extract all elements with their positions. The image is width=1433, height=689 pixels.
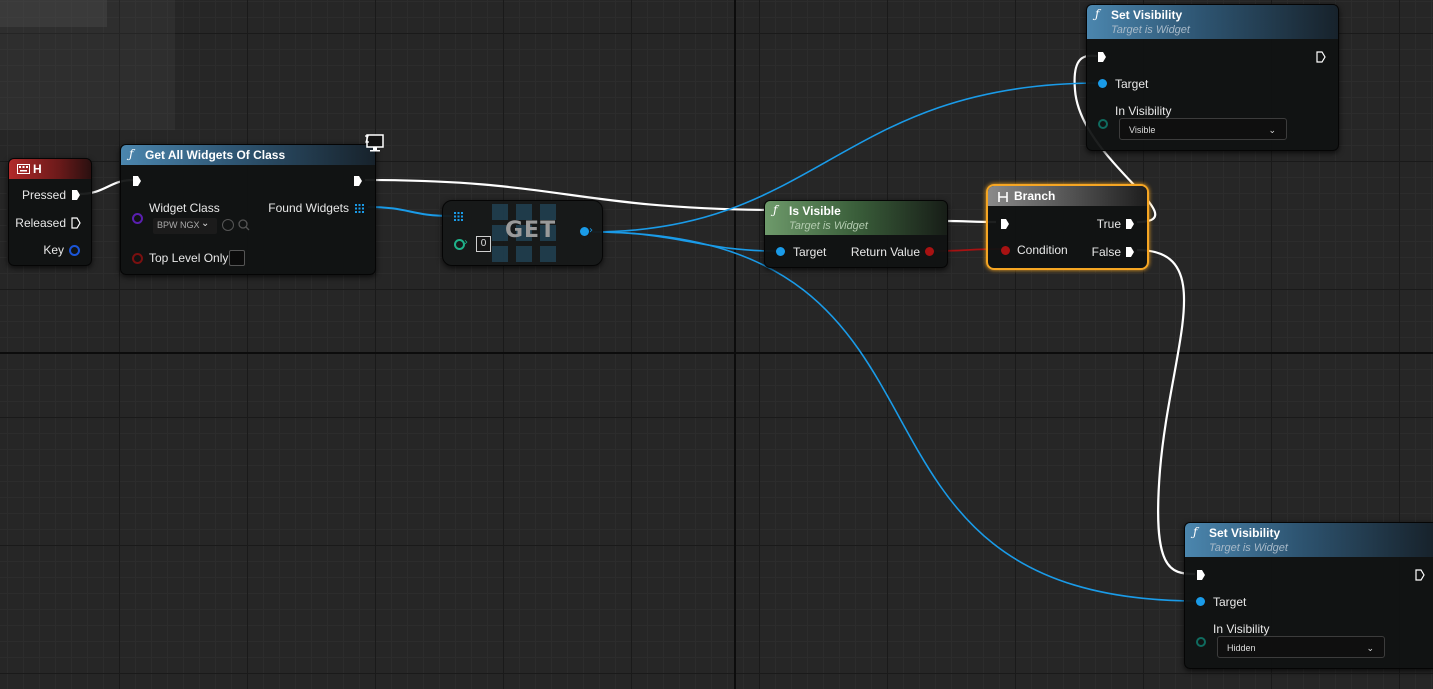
- pin-label-released: Released: [15, 216, 66, 230]
- exec-pin-icon[interactable]: [71, 217, 81, 229]
- found-widgets-label: Found Widgets: [268, 201, 349, 215]
- set-visibility-bottom-target-label: Target: [1213, 595, 1247, 609]
- visibility-dropdown-bottom[interactable]: Hidden ⌄: [1217, 636, 1385, 658]
- is-visible-target-pin[interactable]: [776, 247, 785, 256]
- array-icon[interactable]: [454, 212, 463, 221]
- graph-origin-vertical-axis: [734, 0, 736, 689]
- object-wire-get-to-setvis-bottom: [591, 231, 1198, 602]
- key-event-header: H: [9, 159, 91, 179]
- widget-class-pin[interactable]: [132, 213, 143, 224]
- function-icon: ƒ: [129, 147, 134, 161]
- is-visible-header: ƒ Is Visible Target is Widget: [765, 201, 947, 235]
- set-visibility-bottom-target-pin[interactable]: [1196, 597, 1205, 606]
- array-get-node[interactable]: GET › 0 ›: [442, 200, 603, 266]
- visibility-dropdown-bottom-value: Hidden: [1227, 643, 1256, 653]
- widget-class-label: Widget Class: [149, 201, 220, 215]
- exec-pin-icon[interactable]: [132, 175, 142, 187]
- set-visibility-top-target-label: Target: [1115, 77, 1149, 91]
- top-level-only-pin[interactable]: [132, 253, 143, 264]
- key-event-title: H: [33, 162, 42, 176]
- get-all-widgets-header: ƒ Get All Widgets Of Class: [121, 145, 375, 165]
- array-get-title: GET: [505, 218, 557, 243]
- branch-condition-pin[interactable]: [1001, 246, 1010, 255]
- array-icon[interactable]: [355, 204, 364, 213]
- branch-true-label: True: [1096, 217, 1121, 231]
- exec-pin-icon[interactable]: [353, 175, 363, 187]
- key-event-node[interactable]: H Pressed Released Key: [8, 158, 92, 266]
- search-icon[interactable]: [238, 219, 250, 231]
- is-visible-return-pin[interactable]: [925, 247, 934, 256]
- exec-pin-icon[interactable]: [1125, 246, 1135, 258]
- is-visible-title: Is Visible: [789, 204, 841, 218]
- branch-false-label: False: [1091, 245, 1121, 259]
- function-icon: ƒ: [1095, 7, 1100, 21]
- set-visibility-top-node[interactable]: ƒ Set Visibility Target is Widget Target…: [1086, 4, 1339, 151]
- get-all-widgets-node[interactable]: ƒ Get All Widgets Of Class Widget Class …: [120, 134, 384, 275]
- is-visible-subtitle: Target is Widget: [789, 220, 868, 232]
- browse-arrow-icon[interactable]: [222, 219, 234, 231]
- widget-class-value: BPW NGX: [157, 220, 200, 230]
- exec-pin-icon[interactable]: [1125, 218, 1135, 230]
- chevron-down-icon: ⌄: [201, 218, 210, 229]
- graph-origin-horizontal-axis: [0, 352, 1433, 354]
- set-visibility-bottom-node[interactable]: ƒ Set Visibility Target is Widget Target…: [1184, 522, 1433, 669]
- branch-icon: [998, 192, 1008, 202]
- index-pin-arrow: ›: [464, 237, 468, 248]
- set-visibility-top-target-pin[interactable]: [1098, 79, 1107, 88]
- widget-class-dropdown[interactable]: BPW NGX ⌄: [153, 218, 217, 234]
- graph-selection-area-small: [0, 0, 107, 27]
- key-struct-pin[interactable]: [69, 245, 80, 256]
- branch-title: Branch: [1014, 189, 1056, 203]
- branch-node[interactable]: Branch True Condition False: [986, 184, 1149, 270]
- exec-pin-icon[interactable]: [71, 189, 81, 201]
- function-icon: ƒ: [1193, 525, 1198, 539]
- visibility-dropdown-top-value: Visible: [1129, 125, 1156, 135]
- keyboard-icon: [17, 164, 30, 174]
- set-visibility-top-enum-pin[interactable]: [1098, 119, 1108, 129]
- branch-condition-label: Condition: [1017, 243, 1068, 257]
- exec-pin-icon[interactable]: [1316, 51, 1326, 63]
- set-visibility-top-subtitle: Target is Widget: [1111, 24, 1190, 36]
- top-level-only-checkbox[interactable]: [229, 250, 245, 266]
- is-visible-return-label: Return Value: [850, 245, 920, 259]
- set-visibility-bottom-in-visibility-label: In Visibility: [1213, 622, 1270, 636]
- object-wire-foundwidgets-to-get: [367, 206, 453, 217]
- set-visibility-bottom-header: ƒ Set Visibility Target is Widget: [1185, 523, 1433, 557]
- object-wire-get-to-isvisible: [591, 231, 777, 252]
- exec-pin-icon[interactable]: [1196, 569, 1206, 581]
- exec-pin-icon[interactable]: [1415, 569, 1425, 581]
- exec-pin-icon[interactable]: [1097, 51, 1107, 63]
- pin-label-pressed: Pressed: [21, 188, 66, 202]
- function-icon: ƒ: [773, 203, 778, 217]
- get-all-widgets-title: Get All Widgets Of Class: [145, 148, 286, 162]
- get-output-pin[interactable]: [580, 227, 589, 236]
- set-visibility-top-title: Set Visibility: [1111, 8, 1183, 22]
- exec-pin-icon[interactable]: [1000, 218, 1010, 230]
- index-input[interactable]: 0: [476, 236, 491, 252]
- branch-header: Branch: [988, 186, 1147, 206]
- top-level-only-label: Top Level Only: [149, 251, 229, 265]
- set-visibility-bottom-enum-pin[interactable]: [1196, 637, 1206, 647]
- pin-label-key: Key: [43, 243, 64, 257]
- monitor-icon: [365, 134, 384, 152]
- set-visibility-bottom-subtitle: Target is Widget: [1209, 542, 1288, 554]
- set-visibility-top-in-visibility-label: In Visibility: [1115, 104, 1172, 118]
- chevron-down-icon: ⌄: [1268, 125, 1276, 135]
- chevron-down-icon: ⌄: [1366, 643, 1374, 653]
- set-visibility-bottom-title: Set Visibility: [1209, 526, 1281, 540]
- is-visible-target-label: Target: [793, 245, 827, 259]
- visibility-dropdown-top[interactable]: Visible ⌄: [1119, 118, 1287, 140]
- is-visible-node[interactable]: ƒ Is Visible Target is Widget Target Ret…: [764, 200, 948, 268]
- set-visibility-top-header: ƒ Set Visibility Target is Widget: [1087, 5, 1338, 39]
- get-output-pin-arrow: ›: [589, 225, 593, 236]
